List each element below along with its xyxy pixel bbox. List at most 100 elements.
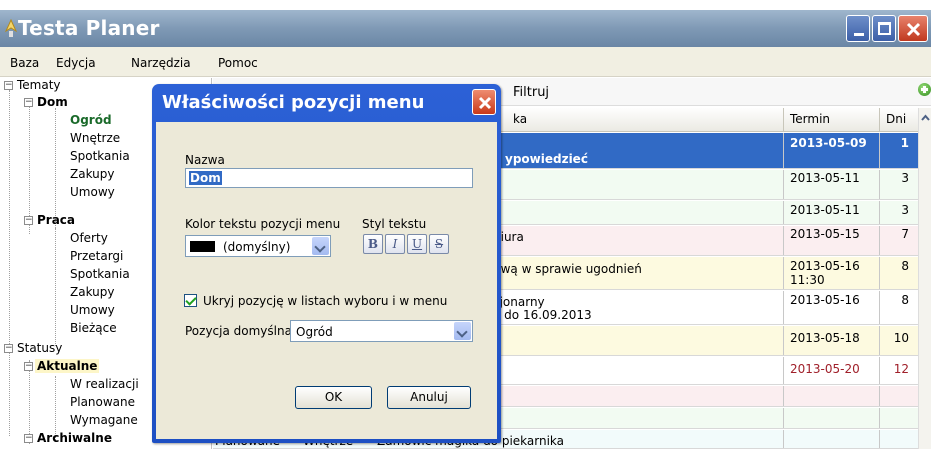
collapse-icon[interactable]: − (24, 216, 33, 225)
chevron-down-icon[interactable] (454, 322, 471, 340)
column-separator (783, 108, 784, 132)
termin-cell: 2013-05-16 (790, 259, 860, 273)
close-icon (906, 22, 921, 37)
default-position-select[interactable]: Ogród (290, 320, 473, 342)
tree-line (29, 360, 30, 444)
menu-item-properties-dialog: Właściwości pozycji menu Nazwa Dom Kolor… (152, 84, 501, 443)
color-select-value: (domyślny) (223, 240, 291, 254)
dni-cell: 3 (901, 203, 909, 217)
column-header-task[interactable]: ka (513, 112, 527, 126)
style-label: Styl tekstu (362, 217, 427, 231)
menu-baza[interactable]: Baza (10, 56, 39, 70)
ok-button[interactable]: OK (295, 386, 372, 409)
task-cell: Ewą w sprawie ugodnień (493, 262, 642, 276)
tree-node-planowane[interactable]: Planowane (70, 395, 135, 409)
dialog-title: Właściwości pozycji menu (162, 92, 425, 113)
window-title: Testa Planer (18, 16, 160, 40)
termin-cell: 2013-05-18 (790, 331, 860, 345)
minimize-button[interactable] (846, 15, 870, 42)
task-detail-cell: a do 16.09.2013 (493, 308, 592, 322)
dni-cell: 12 (893, 362, 909, 376)
filter-label[interactable]: Filtruj (513, 85, 549, 100)
task-cell: ypowiedzieć (505, 152, 588, 166)
expand-icon[interactable]: − (24, 434, 33, 443)
tree-line (9, 90, 10, 436)
minimize-icon (854, 33, 864, 36)
menu-bar: Baza Edycja Narzędzia Pomoc (0, 47, 931, 77)
chevron-down-icon[interactable] (312, 237, 329, 255)
dni-cell: 10 (893, 331, 909, 345)
vertical-scrollbar[interactable] (918, 108, 931, 449)
color-swatch (190, 241, 215, 252)
tree-node-przetargi[interactable]: Przetargi (70, 249, 123, 263)
default-position-label: Pozycja domyślna (185, 324, 292, 338)
tree-node-biezace[interactable]: Bieżące (70, 321, 117, 335)
default-position-value: Ogród (296, 325, 333, 339)
column-separator (879, 108, 880, 132)
dialog-body: Nazwa Dom Kolor tekstu pozycji menu (dom… (156, 122, 497, 439)
tree-node-spotkania[interactable]: Spotkania (70, 149, 130, 163)
cancel-button[interactable]: Anuluj (387, 386, 471, 409)
tree-line (55, 108, 56, 230)
menu-narzedzia[interactable]: Narzędzia (131, 56, 191, 70)
tree-node-w-realizacji[interactable]: W realizacji (70, 377, 139, 391)
termin-cell: 2013-05-11 (790, 171, 860, 185)
italic-button[interactable]: I (385, 234, 405, 254)
maximize-button[interactable] (872, 15, 896, 42)
column-header-termin[interactable]: Termin (790, 112, 830, 126)
underline-button[interactable]: U (407, 234, 427, 254)
close-icon (478, 96, 492, 110)
collapse-icon[interactable]: − (4, 344, 13, 353)
tree-node-ogrod[interactable]: Ogród (70, 113, 112, 127)
hide-item-label: Ukryj pozycję w listach wyboru i w menu (203, 294, 448, 308)
strikethrough-button[interactable]: S (429, 234, 449, 254)
tree-node-praca[interactable]: Praca (37, 213, 75, 227)
tree-node-statusy[interactable]: Statusy (17, 341, 62, 355)
dni-cell: 7 (901, 227, 909, 241)
top-strip (0, 0, 931, 10)
termin-cell: 2013-05-09 (790, 136, 867, 150)
column-header-dni[interactable]: Dni (886, 112, 906, 126)
name-field-value: Dom (189, 171, 222, 185)
dni-cell: 8 (901, 259, 909, 273)
tree-line (55, 228, 56, 346)
termin-cell: 2013-05-11 (790, 203, 860, 217)
termin-cell: 2013-05-15 (790, 227, 860, 241)
add-icon[interactable] (918, 83, 931, 96)
name-field[interactable]: Dom (185, 168, 473, 188)
tree-node-aktualne[interactable]: Aktualne (35, 359, 100, 373)
tree-node-tematy[interactable]: Tematy (17, 78, 61, 92)
tree-node-zakupy[interactable]: Zakupy (70, 167, 114, 181)
dni-cell: 8 (901, 293, 909, 307)
collapse-icon[interactable]: − (24, 98, 33, 107)
dni-cell: 3 (901, 171, 909, 185)
color-label: Kolor tekstu pozycji menu (185, 217, 341, 231)
tree-node-wnetrze[interactable]: Wnętrze (70, 131, 120, 145)
tree-node-umowy-praca[interactable]: Umowy (70, 303, 115, 317)
termin-cell: 2013-05-20 (790, 362, 860, 376)
bold-button[interactable]: B (363, 234, 383, 254)
tree-node-umowy[interactable]: Umowy (70, 185, 115, 199)
dialog-close-button[interactable] (472, 89, 496, 115)
tree-node-wymagane[interactable]: Wymagane (70, 413, 138, 427)
tree-node-archiwalne[interactable]: Archiwalne (37, 431, 112, 445)
termin-cell: 2013-05-16 (790, 293, 860, 307)
tree-node-dom[interactable]: Dom (37, 95, 68, 109)
collapse-icon[interactable]: − (4, 81, 13, 90)
collapse-icon[interactable]: − (24, 362, 33, 371)
menu-edycja[interactable]: Edycja (56, 56, 96, 70)
tree-node-spotkania-praca[interactable]: Spotkania (70, 267, 130, 281)
hide-item-checkbox[interactable] (184, 294, 197, 307)
scroll-up-icon[interactable] (921, 114, 930, 121)
maximize-icon (878, 22, 891, 35)
name-label: Nazwa (185, 153, 225, 167)
close-button[interactable] (898, 15, 928, 42)
menu-pomoc[interactable]: Pomoc (218, 56, 258, 70)
app-icon (4, 19, 18, 37)
color-select[interactable]: (domyślny) (185, 235, 331, 257)
dni-cell: 1 (900, 136, 909, 150)
title-bar: Testa Planer (0, 10, 931, 47)
tree-node-zakupy-praca[interactable]: Zakupy (70, 285, 114, 299)
termin-time-cell: 11:30 (790, 273, 825, 287)
tree-node-oferty[interactable]: Oferty (70, 231, 108, 245)
